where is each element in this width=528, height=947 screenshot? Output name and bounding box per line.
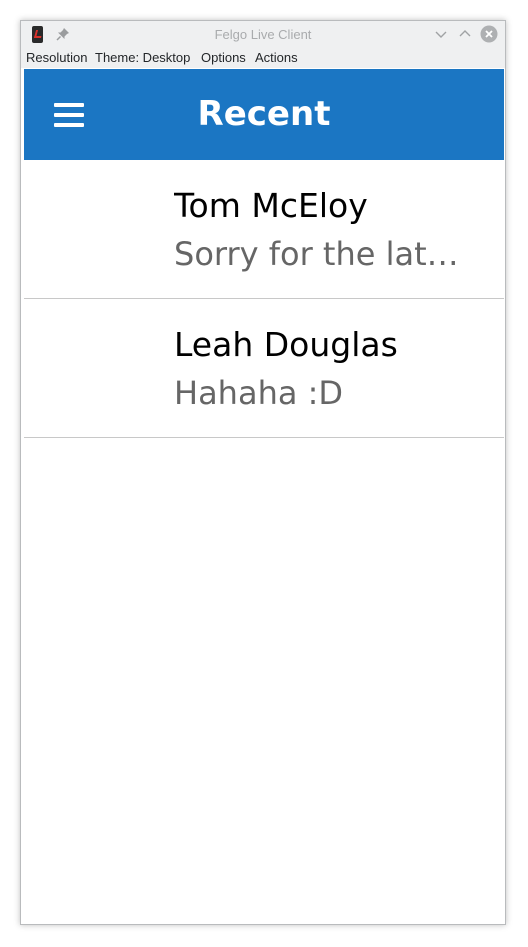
list-item[interactable]: Leah Douglas Hahaha :D (24, 299, 504, 438)
chevron-down-icon (435, 31, 447, 38)
list-item[interactable]: Tom McEloy Sorry for the late… (24, 160, 504, 299)
conversation-list: Tom McEloy Sorry for the late… Leah Doug… (24, 160, 504, 438)
close-button[interactable] (480, 25, 498, 43)
menu-resolution[interactable]: Resolution (26, 48, 87, 68)
avatar (64, 329, 144, 409)
maximize-button[interactable] (456, 25, 474, 43)
menu-options[interactable]: Options (201, 48, 246, 68)
close-icon (480, 25, 498, 43)
page-title: Recent (197, 94, 331, 134)
menu-actions[interactable]: Actions (255, 48, 298, 68)
menu-bar: Resolution Theme: Desktop Options Action… (21, 48, 505, 68)
app-window: Felgo Live Client Resolution Theme: Desk… (20, 20, 506, 925)
menu-theme[interactable]: Theme: Desktop (95, 48, 190, 68)
app-bar: Recent (24, 69, 504, 160)
minimize-button[interactable] (432, 25, 450, 43)
message-preview: Sorry for the late… (174, 235, 474, 273)
contact-name: Leah Douglas (174, 325, 398, 364)
title-bar[interactable]: Felgo Live Client (21, 21, 505, 48)
contact-name: Tom McEloy (174, 186, 368, 225)
avatar (64, 190, 144, 270)
chevron-up-icon (459, 30, 471, 37)
message-preview: Hahaha :D (174, 374, 344, 412)
